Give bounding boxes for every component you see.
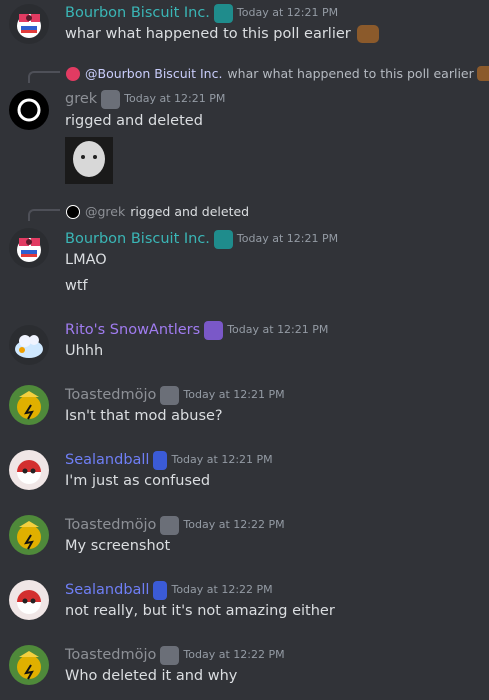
- timestamp: Today at 12:21 PM: [171, 453, 273, 466]
- message-content: whar what happened to this poll earlier: [65, 26, 351, 42]
- message: @grek rigged and deleted Bourbon Biscuit…: [0, 200, 489, 305]
- message-text: Isn't that mod abuse?: [65, 408, 223, 424]
- rito-avatar[interactable]: [9, 325, 49, 365]
- attached-image[interactable]: [65, 137, 113, 184]
- toastedmojo-avatar[interactable]: [9, 515, 49, 555]
- role-badge-icon: [213, 230, 233, 249]
- grek-avatar[interactable]: [9, 90, 49, 130]
- timestamp: Today at 12:21 PM: [227, 323, 329, 336]
- grek-mini-avatar: [66, 204, 80, 219]
- bourbon-avatar[interactable]: [9, 4, 49, 44]
- message: Sealandball Today at 12:22 PM not really…: [0, 575, 489, 630]
- message-header: Toastedmöjo Today at 12:22 PM: [65, 515, 285, 535]
- timestamp: Today at 12:21 PM: [124, 92, 226, 105]
- message-header: grek Today at 12:21 PM: [65, 89, 226, 109]
- message-text: LMAO: [65, 252, 107, 268]
- sealandball-avatar[interactable]: [9, 450, 49, 490]
- message: Bourbon Biscuit Inc. Today at 12:21 PM w…: [0, 0, 489, 50]
- reply-preview[interactable]: @grek rigged and deleted: [66, 204, 249, 219]
- message-header: Bourbon Biscuit Inc. Today at 12:21 PM: [65, 3, 339, 23]
- message-text: not really, but it's not amazing either: [65, 603, 335, 619]
- message-header: Toastedmöjo Today at 12:22 PM: [65, 645, 285, 665]
- timestamp: Today at 12:22 PM: [183, 648, 285, 661]
- message-header: Rito's SnowAntlers Today at 12:21 PM: [65, 320, 329, 340]
- message-header: Sealandball Today at 12:22 PM: [65, 580, 273, 600]
- role-badge-icon: [213, 4, 233, 23]
- role-badge-icon: [204, 321, 224, 340]
- book-badge-icon: [153, 581, 168, 600]
- toastedmojo-avatar[interactable]: [9, 645, 49, 685]
- bourbon-mini-avatar: [66, 66, 80, 81]
- role-badge-icon: [160, 516, 180, 535]
- bear-emoji-icon: [476, 66, 489, 81]
- message-text: rigged and deleted: [65, 113, 203, 129]
- message: Toastedmöjo Today at 12:22 PM My screens…: [0, 510, 489, 565]
- reply-text: rigged and deleted: [130, 204, 250, 219]
- message: Rito's SnowAntlers Today at 12:21 PM Uhh…: [0, 315, 489, 370]
- timestamp: Today at 12:21 PM: [236, 232, 339, 245]
- username[interactable]: Toastedmöjo: [65, 517, 156, 533]
- username[interactable]: Rito's SnowAntlers: [65, 322, 200, 338]
- username[interactable]: grek: [65, 91, 97, 107]
- message: Toastedmöjo Today at 12:21 PM Isn't that…: [0, 380, 489, 435]
- book-badge-icon: [153, 451, 168, 470]
- reply-preview[interactable]: @Bourbon Biscuit Inc. whar what happened…: [66, 66, 489, 81]
- username[interactable]: Bourbon Biscuit Inc.: [65, 231, 210, 247]
- message-header: Sealandball Today at 12:21 PM: [65, 450, 273, 470]
- toastedmojo-avatar[interactable]: [9, 385, 49, 425]
- username[interactable]: Toastedmöjo: [65, 647, 156, 663]
- message-text: wtf: [65, 278, 88, 294]
- timestamp: Today at 12:21 PM: [183, 388, 285, 401]
- reply-connector: [28, 209, 60, 221]
- message: @Bourbon Biscuit Inc. whar what happened…: [0, 62, 489, 192]
- message-header: Toastedmöjo Today at 12:21 PM: [65, 385, 285, 405]
- message-text: My screenshot: [65, 538, 171, 554]
- role-badge-icon: [101, 90, 121, 109]
- message-text: whar what happened to this poll earlier: [65, 25, 380, 43]
- reply-connector: [28, 71, 60, 83]
- message-text: I'm just as confused: [65, 473, 211, 489]
- bear-emoji-icon: [357, 25, 380, 43]
- message-text: Uhhh: [65, 343, 104, 359]
- reply-mention[interactable]: @Bourbon Biscuit Inc.: [85, 66, 222, 81]
- reply-text: whar what happened to this poll earlier: [227, 66, 474, 81]
- username[interactable]: Sealandball: [65, 452, 149, 468]
- message: Toastedmöjo Today at 12:22 PM Who delete…: [0, 640, 489, 700]
- timestamp: Today at 12:22 PM: [171, 583, 273, 596]
- role-badge-icon: [160, 386, 180, 405]
- message-text: Who deleted it and why: [65, 668, 238, 684]
- timestamp: Today at 12:21 PM: [236, 6, 339, 19]
- message: Sealandball Today at 12:21 PM I'm just a…: [0, 445, 489, 500]
- timestamp: Today at 12:22 PM: [183, 518, 285, 531]
- username[interactable]: Bourbon Biscuit Inc.: [65, 5, 210, 21]
- bourbon-avatar[interactable]: [9, 228, 49, 268]
- username[interactable]: Toastedmöjo: [65, 387, 156, 403]
- role-badge-icon: [160, 646, 180, 665]
- message-header: Bourbon Biscuit Inc. Today at 12:21 PM: [65, 229, 339, 249]
- username[interactable]: Sealandball: [65, 582, 149, 598]
- reply-mention[interactable]: @grek: [85, 204, 125, 219]
- sealandball-avatar[interactable]: [9, 580, 49, 620]
